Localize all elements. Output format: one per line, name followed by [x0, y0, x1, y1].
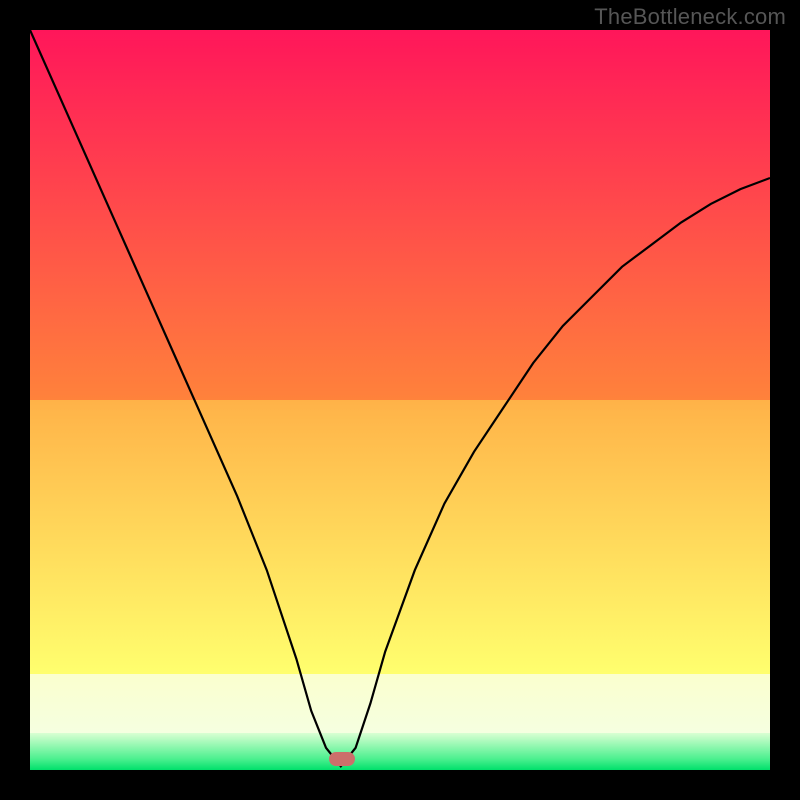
gradient-rect: [30, 30, 770, 770]
chart-container: TheBottleneck.com: [0, 0, 800, 800]
plot-area: [30, 30, 770, 770]
chart-svg: [30, 30, 770, 770]
optimum-marker: [329, 752, 355, 766]
watermark-text: TheBottleneck.com: [594, 4, 786, 30]
